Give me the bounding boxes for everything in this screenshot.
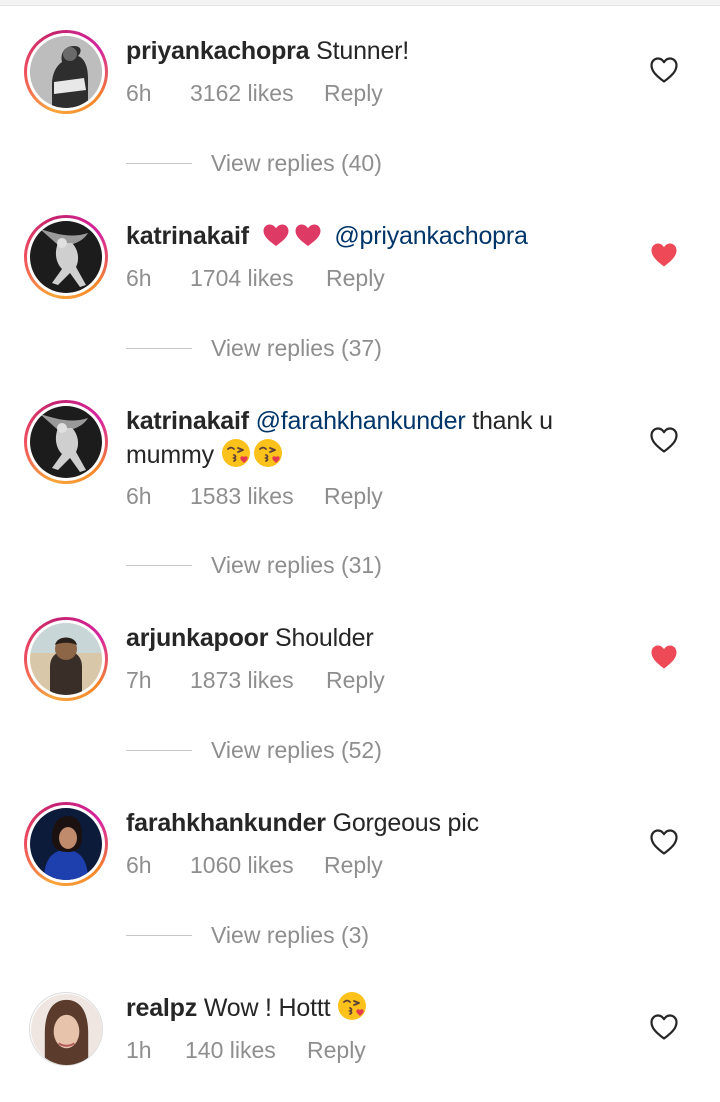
comment-time: 6h	[126, 80, 152, 106]
avatar[interactable]	[30, 221, 102, 293]
avatar[interactable]	[30, 623, 102, 695]
comment-meta: 6h 3162 likes Reply	[126, 80, 383, 107]
comment-likes[interactable]: 1583 likes	[190, 483, 324, 510]
top-divider	[0, 0, 720, 6]
view-replies[interactable]: View replies (37)	[126, 335, 382, 362]
comment-time: 6h	[126, 852, 152, 878]
comment-body: priyankachopra Stunner!	[126, 34, 596, 68]
heart-filled-icon[interactable]	[650, 242, 678, 268]
comment-likes[interactable]: 1873 likes	[190, 667, 326, 694]
view-replies-label[interactable]: View replies (40)	[211, 150, 382, 177]
comment-meta: 6h 1583 likes Reply	[126, 483, 383, 510]
story-ring[interactable]	[24, 802, 108, 886]
comment-text: Wow ! Hottt	[203, 994, 331, 1022]
comment-likes[interactable]: 3162 likes	[190, 80, 324, 107]
view-replies[interactable]: View replies (52)	[126, 737, 382, 764]
view-replies-line	[126, 935, 192, 936]
kissing-face-emoji	[221, 438, 251, 468]
comment-mention[interactable]: @farahkhankunder	[256, 407, 466, 435]
comment-meta: 1h 140 likes Reply	[126, 1037, 366, 1064]
comment-body: katrinakaif @farahkhankunder thank u mum…	[126, 404, 596, 472]
red-heart-emoji	[262, 223, 290, 247]
avatar-border[interactable]	[29, 992, 103, 1066]
story-ring[interactable]	[24, 400, 108, 484]
comment-meta: 6h 1060 likes Reply	[126, 852, 383, 879]
reply-button[interactable]: Reply	[324, 80, 383, 107]
avatar[interactable]	[30, 808, 102, 880]
comment-mention[interactable]: @priyankachopra	[334, 222, 528, 250]
avatar[interactable]	[30, 993, 102, 1065]
heart-outline-icon[interactable]	[650, 829, 678, 855]
story-ring[interactable]	[24, 617, 108, 701]
comment-likes[interactable]: 140 likes	[185, 1037, 307, 1064]
heart-outline-icon[interactable]	[650, 427, 678, 453]
reply-button[interactable]: Reply	[324, 483, 383, 510]
view-replies-line	[126, 163, 192, 164]
avatar[interactable]	[30, 36, 102, 108]
view-replies[interactable]: View replies (40)	[126, 150, 382, 177]
kissing-face-emoji	[253, 438, 283, 468]
comment-text: Shoulder	[275, 624, 374, 652]
comment-time: 6h	[126, 265, 152, 291]
comment-body: realpz Wow ! Hottt	[126, 991, 596, 1025]
reply-button[interactable]: Reply	[326, 667, 385, 694]
heart-outline-icon[interactable]	[650, 57, 678, 83]
kissing-face-emoji	[337, 991, 367, 1021]
comment-body: farahkhankunder Gorgeous pic	[126, 806, 596, 840]
view-replies-line	[126, 348, 192, 349]
avatar[interactable]	[30, 406, 102, 478]
view-replies[interactable]: View replies (3)	[126, 922, 369, 949]
comment-time: 6h	[126, 483, 152, 509]
view-replies-line	[126, 565, 192, 566]
comment-text: Stunner!	[316, 37, 410, 65]
comment-meta: 6h 1704 likes Reply	[126, 265, 385, 292]
comment-body: arjunkapoor Shoulder	[126, 621, 596, 655]
comment-username[interactable]: katrinakaif	[126, 222, 249, 250]
red-heart-emoji	[294, 223, 322, 247]
comment-likes[interactable]: 1704 likes	[190, 265, 326, 292]
heart-outline-icon[interactable]	[650, 1014, 678, 1040]
comment-time: 7h	[126, 667, 152, 693]
reply-button[interactable]: Reply	[307, 1037, 366, 1064]
heart-filled-icon[interactable]	[650, 644, 678, 670]
view-replies-label[interactable]: View replies (37)	[211, 335, 382, 362]
comment-time: 1h	[126, 1037, 152, 1063]
story-ring[interactable]	[24, 30, 108, 114]
reply-button[interactable]: Reply	[326, 265, 385, 292]
view-replies-label[interactable]: View replies (31)	[211, 552, 382, 579]
view-replies-label[interactable]: View replies (52)	[211, 737, 382, 764]
view-replies-line	[126, 750, 192, 751]
reply-button[interactable]: Reply	[324, 852, 383, 879]
comment-username[interactable]: realpz	[126, 994, 197, 1022]
comment-text: Gorgeous pic	[332, 809, 479, 837]
comment-body: katrinakaif @priyankachopra	[126, 219, 596, 253]
comment-username[interactable]: farahkhankunder	[126, 809, 326, 837]
comment-likes[interactable]: 1060 likes	[190, 852, 324, 879]
view-replies-label[interactable]: View replies (3)	[211, 922, 369, 949]
story-ring[interactable]	[24, 215, 108, 299]
comment-meta: 7h 1873 likes Reply	[126, 667, 385, 694]
comment-username[interactable]: priyankachopra	[126, 37, 310, 65]
comment-username[interactable]: arjunkapoor	[126, 624, 268, 652]
comment-username[interactable]: katrinakaif	[126, 407, 249, 435]
view-replies[interactable]: View replies (31)	[126, 552, 382, 579]
